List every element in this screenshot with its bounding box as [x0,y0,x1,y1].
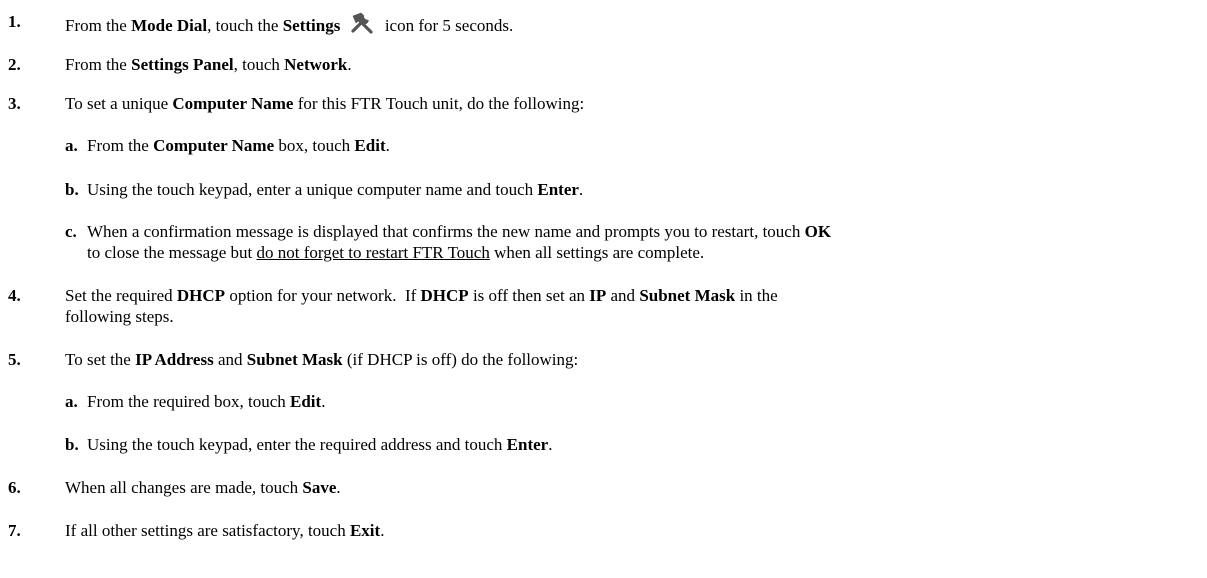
step-number: 5. [8,350,21,369]
step-text: If all other settings are satisfactory, … [65,521,385,540]
settings-tools-icon [348,12,378,34]
step-text: When all changes are made, touch Save. [65,478,341,497]
substep-text: From the Computer Name box, touch Edit. [87,136,390,155]
step-text-line-2: following steps. [65,307,174,326]
substep-text: Using the touch keypad, enter the requir… [87,435,553,454]
instruction-document: 1. From the Mode Dial, touch the Setting… [0,0,1207,578]
step-number: 7. [8,521,21,540]
step-text: From the Settings Panel, touch Network. [65,55,352,74]
substep-letter: c. [65,222,77,241]
substep-letter: a. [65,392,78,411]
substep-letter: b. [65,180,79,199]
mode-dial-label: Mode Dial [131,16,208,35]
settings-label: Settings [282,16,341,35]
substep-text-line-1: When a confirmation message is displayed… [87,222,832,241]
step-number: 3. [8,94,21,113]
step-text: To set the IP Address and Subnet Mask (i… [65,350,579,369]
substep-letter: b. [65,435,79,454]
step-text: From the Mode Dial, touch the Settings i… [65,12,513,36]
step-text: To set a unique Computer Name for this F… [65,94,585,113]
step-number: 2. [8,55,21,74]
substep-text: From the required box, touch Edit. [87,392,326,411]
step-text-line-1: Set the required DHCP option for your ne… [65,286,778,305]
restart-reminder: do not forget to restart FTR Touch [256,243,490,262]
substep-letter: a. [65,136,78,155]
substep-text: Using the touch keypad, enter a unique c… [87,180,584,199]
step-number: 1. [8,12,21,31]
step-number: 6. [8,478,21,497]
step-number: 4. [8,286,21,305]
substep-text-line-2: to close the message but do not forget t… [87,243,705,262]
